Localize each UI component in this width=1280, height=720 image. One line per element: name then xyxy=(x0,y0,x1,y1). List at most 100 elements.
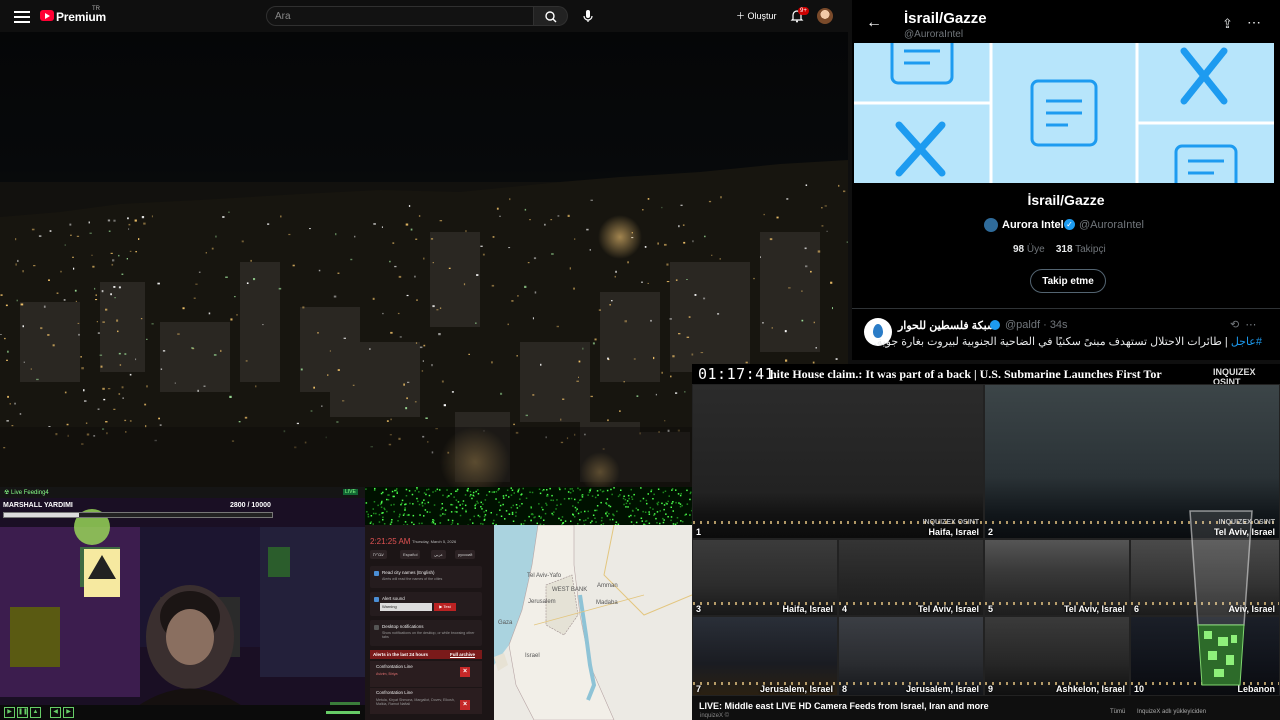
city-light xyxy=(708,200,712,203)
desktop-notifications-checkbox[interactable] xyxy=(374,625,379,630)
chip-from-uploader[interactable]: InquizeX adlı yükleyiciden xyxy=(1137,709,1206,715)
lang-russian[interactable]: русский xyxy=(455,550,476,559)
noise-dot xyxy=(480,506,482,508)
alert-sound-select[interactable]: Warning xyxy=(380,603,432,611)
read-names-checkbox[interactable] xyxy=(374,571,379,576)
city-light xyxy=(119,364,122,366)
noise-dot xyxy=(439,489,441,491)
create-label: Oluştur xyxy=(747,11,777,21)
owner-handle[interactable]: @AuroraIntel xyxy=(1079,219,1144,231)
noise-dot xyxy=(412,514,415,517)
city-light xyxy=(135,251,137,253)
full-archive-link[interactable]: Full archive xyxy=(450,652,475,657)
noise-dot xyxy=(626,500,629,502)
alert-item-places: Avivim, Biriya xyxy=(376,672,398,676)
camera-tile[interactable]: 8 Jerusalem, Israel xyxy=(838,616,984,696)
unfollow-button[interactable]: Takip etme xyxy=(1030,269,1106,293)
noise-dot xyxy=(667,500,669,503)
noise-dot xyxy=(545,502,547,505)
camera-tile[interactable]: 5 Tel Aviv, Israel xyxy=(984,539,1130,616)
city-light xyxy=(126,258,128,260)
camera-tile[interactable]: 4 Tel Aviv, Israel xyxy=(838,539,984,616)
post-handle[interactable]: @paldf xyxy=(1005,319,1040,331)
search-input[interactable] xyxy=(266,6,534,26)
alerts-map[interactable]: Tel Aviv-Yafo WEST BANK Amman Jerusalem … xyxy=(494,525,692,720)
hamburger-menu-icon[interactable] xyxy=(14,8,30,24)
live-badge: LIVE xyxy=(343,489,358,495)
noise-dot xyxy=(400,503,402,506)
post-hashtag[interactable]: #عاجل xyxy=(1231,336,1262,348)
noise-dot xyxy=(577,501,579,504)
owner-avatar[interactable] xyxy=(984,218,998,232)
noise-dot xyxy=(530,519,532,522)
city-light xyxy=(203,385,206,387)
owner-name[interactable]: Aurora Intel xyxy=(1002,219,1064,231)
noise-dot xyxy=(664,490,667,492)
youtube-brand-label[interactable]: Premium xyxy=(56,10,106,24)
create-button[interactable]: ＋ Oluştur xyxy=(736,9,777,22)
camera-tile[interactable]: 3 Haifa, Israel xyxy=(692,539,838,616)
alert-sound-checkbox[interactable] xyxy=(374,597,379,602)
post-more-icon[interactable]: ⋯ xyxy=(1245,319,1256,331)
webcam-stream-video[interactable] xyxy=(0,487,365,720)
pause-icon[interactable]: ❚❚ xyxy=(17,707,28,718)
noise-dot xyxy=(411,521,413,524)
test-sound-button[interactable]: ▶ Test xyxy=(434,603,456,611)
camera-tile[interactable]: 1 Haifa, Israel INQUIZEX OSINT xyxy=(692,384,984,539)
city-light xyxy=(801,319,804,322)
play-icon[interactable]: ▶ xyxy=(4,707,15,718)
post-author-name[interactable]: شبكة فلسطين للحوار xyxy=(898,319,996,332)
members-count[interactable]: 98 xyxy=(1013,244,1024,255)
lang-spanish[interactable]: Español xyxy=(400,550,421,559)
grok-icon[interactable]: ⟲ xyxy=(1230,319,1239,331)
more-options-icon[interactable]: ⋯ xyxy=(1247,14,1261,31)
noise-dot xyxy=(556,504,558,506)
lang-hebrew[interactable]: עברית xyxy=(370,550,387,559)
city-light xyxy=(594,338,597,341)
noise-dot xyxy=(502,503,504,506)
skip-back-icon[interactable]: ◀ xyxy=(50,707,61,718)
followers-count[interactable]: 318 xyxy=(1056,244,1073,255)
city-light xyxy=(398,275,402,278)
alert-close-icon[interactable]: × xyxy=(460,667,470,677)
chip-all[interactable]: Tümü xyxy=(1110,709,1125,715)
volume-slider[interactable] xyxy=(326,711,360,714)
user-avatar[interactable] xyxy=(817,8,833,24)
camera-channel-label[interactable]: inquizeX © xyxy=(700,713,729,719)
city-light xyxy=(141,216,145,219)
share-icon[interactable]: ⇪ xyxy=(1222,16,1233,32)
noise-dot xyxy=(411,493,414,496)
search-button[interactable] xyxy=(534,6,568,26)
camera-tile[interactable]: 9 Ashkelon, Israel xyxy=(984,616,1130,696)
microphone-icon[interactable] xyxy=(578,6,598,26)
city-light xyxy=(532,317,534,320)
city-light xyxy=(624,320,627,323)
back-arrow-icon[interactable]: ← xyxy=(866,14,882,32)
noise-dot xyxy=(394,489,396,492)
city-light xyxy=(103,398,106,401)
post-time[interactable]: 34s xyxy=(1050,319,1068,331)
noise-dot xyxy=(519,498,521,500)
city-light xyxy=(47,334,50,336)
city-light xyxy=(0,294,3,296)
city-light xyxy=(670,375,672,378)
noise-dot xyxy=(596,509,598,512)
list-header-title: İsrail/Gazze xyxy=(904,10,987,27)
skip-forward-icon[interactable]: ▶ xyxy=(63,707,74,718)
noise-dot xyxy=(686,503,689,505)
noise-dot xyxy=(455,490,457,492)
eject-icon[interactable]: ▲ xyxy=(30,707,41,718)
city-light xyxy=(669,318,672,320)
camera-number: 6 xyxy=(1134,604,1140,614)
city-light xyxy=(310,410,313,412)
camera-tile[interactable]: 7 Jerusalem, Israel xyxy=(692,616,838,696)
city-light xyxy=(215,235,217,238)
city-light xyxy=(381,226,383,228)
youtube-logo-icon[interactable] xyxy=(40,10,54,21)
camera-video-title[interactable]: LIVE: Middle east LIVE HD Camera Feeds f… xyxy=(699,701,989,711)
alert-close-icon[interactable]: × xyxy=(460,700,470,710)
noise-dot xyxy=(423,499,425,501)
noise-dot xyxy=(606,515,609,517)
lang-arabic[interactable]: عربي xyxy=(431,550,447,559)
city-light xyxy=(350,258,353,261)
